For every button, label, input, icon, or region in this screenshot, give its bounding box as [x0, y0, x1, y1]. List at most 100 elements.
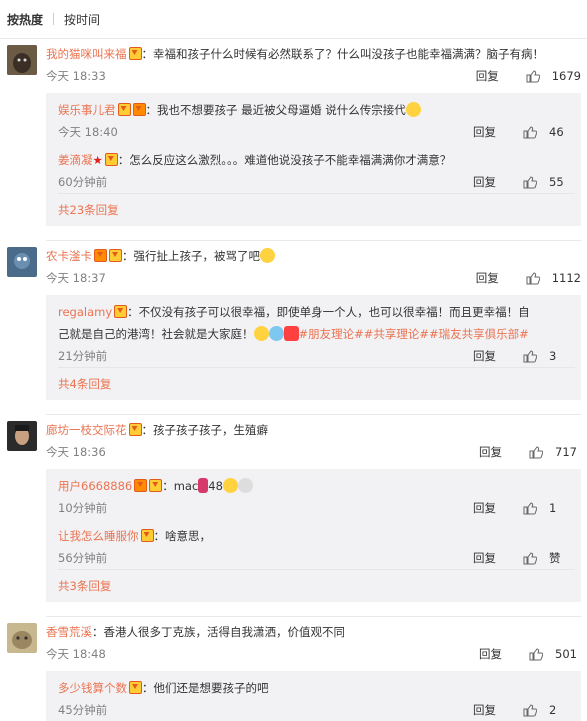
comment-time: 今天 18:37 — [46, 271, 106, 285]
comment-username[interactable]: 香雪荒溪 — [46, 625, 92, 639]
topic-tags[interactable]: #朋友理论##共享理论##瑞友共享俱乐部# — [299, 327, 529, 341]
comment: 廊坊一枝交际花 ：孩子孩子孩子，生殖癖 今天 18:36 回复 717 用户666… — [0, 415, 587, 617]
thumbs-up-icon — [523, 125, 537, 139]
reply-username[interactable]: 让我怎么睡服你 — [58, 529, 139, 543]
reply-item: 用户6668886 ：mac 48 10分钟前 回复 1 — [58, 469, 575, 519]
reply-item: 让我怎么睡服你 ：啥意思， 56分钟前 回复 赞 — [58, 519, 575, 569]
sort-bar: 按热度 按时间 — [0, 0, 587, 39]
like-button[interactable]: 1679 — [526, 65, 581, 87]
like-count: 赞 — [549, 551, 561, 565]
reply-button[interactable]: 回复 — [473, 699, 523, 721]
thumbs-up-icon — [523, 349, 537, 363]
emoji-icon — [268, 326, 284, 341]
reply-username[interactable]: 多少钱算个数 — [58, 681, 127, 695]
like-button[interactable]: 46 — [523, 121, 575, 143]
more-replies-link[interactable]: 共4条回复 — [58, 367, 575, 400]
comment: 香雪荒溪：香港人很多丁克族，活得自我潇洒，价值观不同 今天 18:48 回复 5… — [0, 617, 587, 721]
comment-body: 农卡滏卡 ：强行扯上孩子，被骂了吧 — [46, 245, 581, 267]
star-icon: ★ — [92, 153, 103, 167]
comment-username[interactable]: 廊坊一枝交际花 — [46, 423, 127, 437]
reply-item: regalamy ：不仅没有孩子可以很幸福，即使单身一个人，也可以很幸福！而且更幸… — [58, 295, 575, 367]
reply-body: 姜滴凝★ ：怎么反应这么激烈。。。难道他说没孩子不能幸福满满你才满意？ — [58, 149, 575, 171]
divider — [46, 226, 581, 241]
thumbs-up-icon — [526, 69, 540, 83]
like-button[interactable]: 2 — [523, 699, 575, 721]
comment-text: ：强行扯上孩子，被骂了吧 — [122, 249, 260, 263]
comment-body: 香雪荒溪：香港人很多丁克族，活得自我潇洒，价值观不同 — [46, 621, 581, 643]
comment-time: 今天 18:33 — [46, 69, 106, 83]
like-button[interactable]: 3 — [523, 345, 575, 367]
like-button[interactable]: 55 — [523, 171, 575, 193]
comment-username[interactable]: 我的猫咪叫来福 — [46, 47, 127, 61]
like-count: 3 — [549, 349, 557, 363]
avatar[interactable] — [7, 45, 37, 75]
vip-icon — [128, 47, 142, 60]
reply-button[interactable]: 回复 — [473, 171, 523, 193]
reply-button[interactable]: 回复 — [473, 547, 523, 569]
sort-by-hot[interactable]: 按热度 — [7, 11, 43, 28]
smile-emoji-icon — [405, 102, 421, 117]
reply-list: 用户6668886 ：mac 48 10分钟前 回复 1 让我怎么睡服你 ：啥意思， … — [46, 469, 581, 602]
vip-icon — [114, 305, 128, 318]
comment-username[interactable]: 农卡滏卡 — [46, 249, 92, 263]
like-count: 1679 — [551, 69, 581, 83]
like-button[interactable]: 赞 — [523, 547, 575, 569]
thumbs-up-icon — [526, 271, 540, 285]
reply-list: 多少钱算个数 ：他们还是想要孩子的吧 45分钟前 回复 2 — [46, 671, 581, 721]
fan-badge-icon — [94, 249, 107, 262]
heart-icon — [283, 326, 299, 341]
sort-divider — [53, 13, 55, 25]
reply-body: regalamy ：不仅没有孩子可以很幸福，即使单身一个人，也可以很幸福！而且更幸… — [58, 301, 575, 323]
reply-button[interactable]: 回复 — [473, 497, 523, 519]
avatar[interactable] — [7, 247, 37, 277]
like-count: 717 — [555, 445, 577, 459]
comment-meta: 今天 18:36 回复 717 — [46, 441, 581, 463]
lipstick-icon — [198, 478, 209, 493]
cat-emoji-icon — [260, 248, 275, 263]
reply-button[interactable]: 回复 — [479, 441, 529, 463]
reply-username[interactable]: 娱乐事儿君 — [58, 103, 116, 117]
divider — [46, 400, 581, 415]
comment-meta: 今天 18:48 回复 501 — [46, 643, 581, 665]
reply-username[interactable]: 用户6668886 — [58, 479, 132, 493]
vip-icon — [140, 529, 154, 542]
avatar[interactable] — [7, 623, 37, 653]
thumbs-up-icon — [523, 501, 537, 515]
reply-meta: 今天 18:40 回复 46 — [58, 121, 575, 143]
comment-time: 今天 18:36 — [46, 445, 106, 459]
emoji-icon — [253, 326, 269, 341]
reply-button[interactable]: 回复 — [476, 267, 526, 289]
vip-icon — [104, 153, 118, 166]
comment-text: ：孩子孩子孩子，生殖癖 — [141, 423, 269, 437]
comment: 我的猫咪叫来福 ：幸福和孩子什么时候有必然联系了？什么叫没孩子也能幸福满满？脑子有… — [0, 39, 587, 241]
reply-button[interactable]: 回复 — [473, 121, 523, 143]
reply-time: 今天 18:40 — [58, 125, 118, 139]
reply-text-after: 48 — [208, 479, 223, 493]
sort-by-time[interactable]: 按时间 — [64, 11, 100, 28]
vip-icon — [129, 681, 142, 694]
like-count: 46 — [549, 125, 564, 139]
reply-username[interactable]: 姜滴凝 — [58, 153, 93, 167]
thumbs-up-icon — [523, 551, 537, 565]
reply-text: ：怎么反应这么激烈。。。难道他说没孩子不能幸福满满你才满意？ — [117, 153, 452, 167]
reply-text: ：他们还是想要孩子的吧 — [142, 681, 269, 695]
more-replies-link[interactable]: 共3条回复 — [58, 569, 575, 602]
reply-meta: 45分钟前 回复 2 — [58, 699, 575, 721]
comment: 农卡滏卡 ：强行扯上孩子，被骂了吧 今天 18:37 回复 1112 regala… — [0, 241, 587, 415]
like-count: 501 — [555, 647, 577, 661]
reply-button[interactable]: 回复 — [479, 643, 529, 665]
more-replies-link[interactable]: 共23条回复 — [58, 193, 575, 226]
reply-button[interactable]: 回复 — [473, 345, 523, 367]
reply-button[interactable]: 回复 — [476, 65, 526, 87]
reply-time: 56分钟前 — [58, 551, 108, 565]
like-button[interactable]: 501 — [529, 643, 581, 665]
like-button[interactable]: 1 — [523, 497, 575, 519]
reply-time: 45分钟前 — [58, 703, 108, 717]
like-count: 1112 — [551, 271, 581, 285]
reply-username[interactable]: regalamy — [58, 305, 112, 319]
reply-text: ：mac — [162, 479, 199, 493]
avatar[interactable] — [7, 421, 37, 451]
like-button[interactable]: 717 — [529, 441, 581, 463]
like-button[interactable]: 1112 — [526, 267, 581, 289]
reply-item: 姜滴凝★ ：怎么反应这么激烈。。。难道他说没孩子不能幸福满满你才满意？ 60分钟前… — [58, 143, 575, 193]
